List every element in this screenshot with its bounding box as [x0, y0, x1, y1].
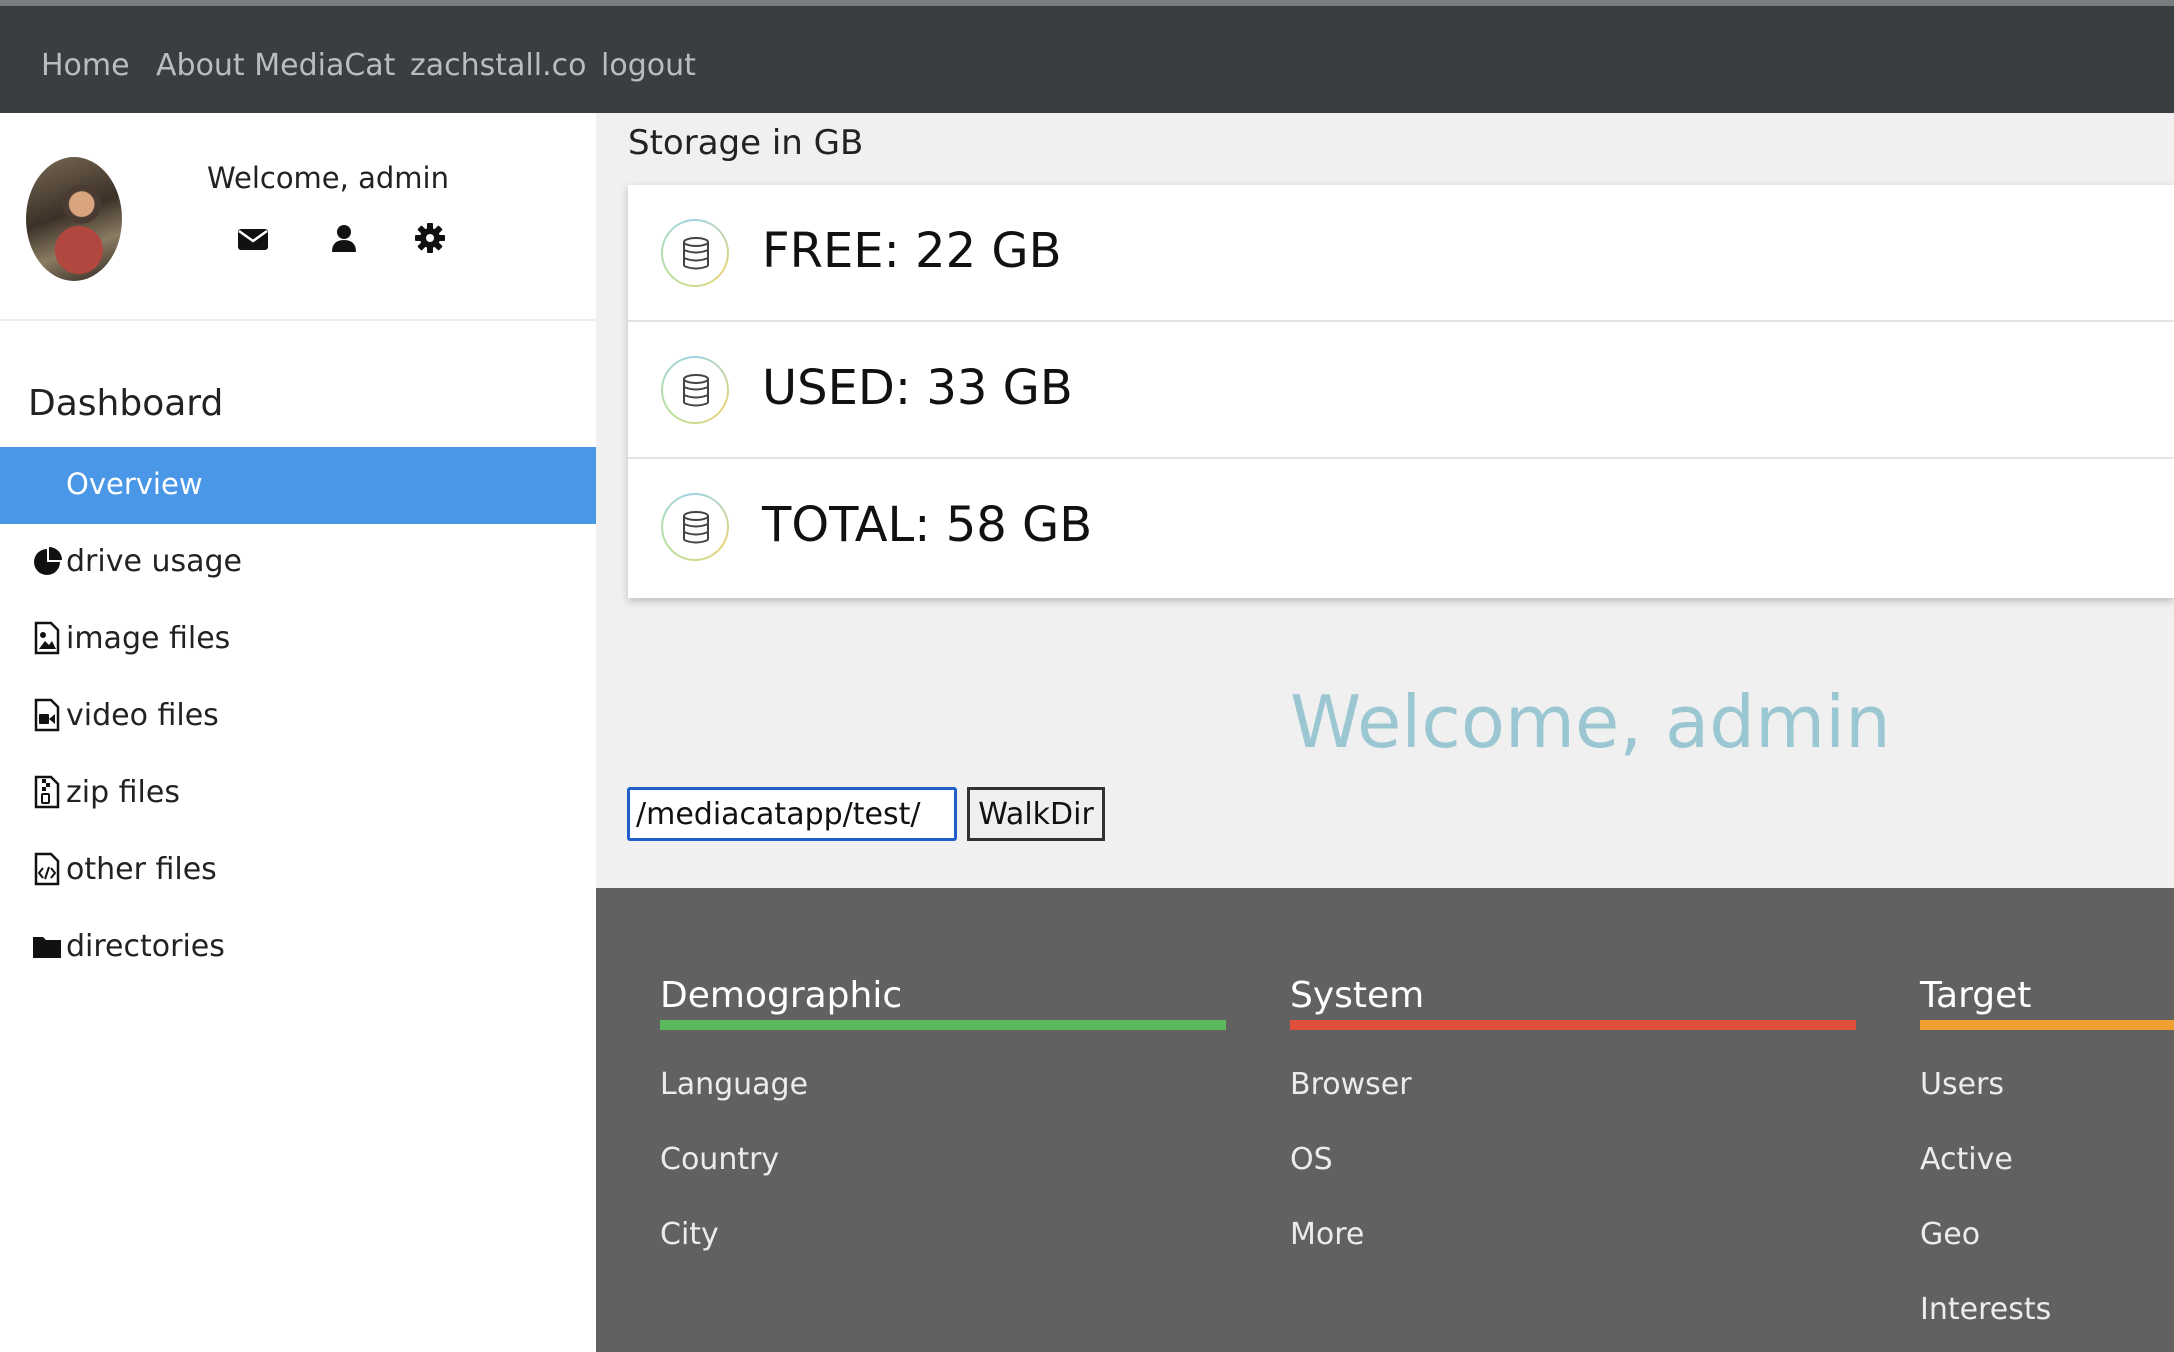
nav-logout-link[interactable]: logout: [601, 46, 696, 86]
storage-card: FREE: 22 GB USED: 33 GB TOTAL: 58 GB: [628, 185, 2174, 598]
footer-link-os[interactable]: OS: [1290, 1142, 1333, 1177]
image-file-icon: [34, 621, 60, 655]
footer-link-active[interactable]: Active: [1920, 1142, 2013, 1177]
sidebar-item-label: Overview: [66, 467, 203, 501]
footer-heading: Demographic: [660, 975, 903, 1016]
footer-link-geo[interactable]: Geo: [1920, 1217, 1980, 1252]
sidebar: Welcome, admin Dashboard Overview drive …: [0, 113, 596, 1352]
footer-link-browser[interactable]: Browser: [1290, 1067, 1412, 1102]
storage-used-text: USED: 33 GB: [762, 360, 1073, 416]
nav-site-link[interactable]: zachstall.co: [410, 46, 586, 86]
storage-free-text: FREE: 22 GB: [762, 223, 1062, 279]
footer-column-demographic: Demographic Language Country City: [660, 974, 1226, 1252]
footer-column-system: System Browser OS More: [1290, 974, 1856, 1252]
database-icon: [661, 356, 729, 424]
dashboard-title: Dashboard: [28, 383, 224, 424]
footer-heading: Target: [1920, 975, 2032, 1016]
zip-file-icon: [34, 775, 60, 809]
sidebar-item-video-files[interactable]: video files: [32, 693, 219, 737]
avatar[interactable]: [26, 157, 122, 281]
video-file-icon: [34, 698, 60, 732]
footer-accent-bar: [660, 1020, 1226, 1030]
footer-accent-bar: [1920, 1020, 2174, 1030]
sidebar-item-drive-usage[interactable]: drive usage: [32, 539, 242, 583]
profile-panel: Welcome, admin: [0, 113, 596, 321]
welcome-heading: Welcome, admin: [1290, 680, 1891, 764]
sidebar-item-image-files[interactable]: image files: [32, 616, 230, 660]
top-navbar: Home About MediaCat zachstall.co logout: [0, 0, 2174, 113]
sidebar-item-label: video files: [66, 697, 219, 733]
storage-row-used: USED: 33 GB: [628, 322, 2174, 459]
footer-link-more[interactable]: More: [1290, 1217, 1364, 1252]
footer-link-users[interactable]: Users: [1920, 1067, 2004, 1102]
gear-icon[interactable]: [413, 221, 447, 255]
footer-link-country[interactable]: Country: [660, 1142, 779, 1177]
database-icon: [661, 493, 729, 561]
user-icon[interactable]: [327, 221, 361, 255]
code-file-icon: [34, 852, 60, 886]
nav-about-link[interactable]: About MediaCat: [156, 46, 395, 86]
footer-link-interests[interactable]: Interests: [1920, 1292, 2051, 1327]
footer-column-target: Target Users Active Geo Interests: [1920, 974, 2174, 1327]
sidebar-item-directories[interactable]: directories: [32, 924, 225, 968]
sidebar-item-label: other files: [66, 851, 217, 887]
storage-row-total: TOTAL: 58 GB: [628, 459, 2174, 596]
storage-total-text: TOTAL: 58 GB: [762, 497, 1093, 553]
walkdir-button[interactable]: WalkDir: [967, 787, 1105, 841]
path-input[interactable]: [627, 787, 957, 841]
folder-icon: [33, 937, 61, 958]
footer: Demographic Language Country City System…: [596, 888, 2174, 1352]
database-icon: [661, 219, 729, 287]
footer-link-city[interactable]: City: [660, 1217, 719, 1252]
storage-title: Storage in GB: [628, 123, 864, 163]
sidebar-item-other-files[interactable]: other files: [32, 847, 217, 891]
sidebar-item-label: image files: [66, 620, 231, 656]
sidebar-item-label: drive usage: [66, 543, 242, 579]
sidebar-item-label: directories: [66, 928, 225, 964]
sidebar-item-zip-files[interactable]: zip files: [32, 770, 180, 814]
envelope-icon[interactable]: [236, 221, 270, 255]
sidebar-item-overview[interactable]: Overview: [0, 447, 596, 524]
footer-heading: System: [1290, 975, 1425, 1016]
sidebar-item-label: zip files: [66, 774, 180, 810]
profile-welcome: Welcome, admin: [207, 161, 449, 195]
pie-chart-icon: [34, 547, 62, 575]
footer-accent-bar: [1290, 1020, 1856, 1030]
footer-link-language[interactable]: Language: [660, 1067, 808, 1102]
nav-home-link[interactable]: Home: [41, 46, 130, 86]
storage-row-free: FREE: 22 GB: [628, 185, 2174, 322]
